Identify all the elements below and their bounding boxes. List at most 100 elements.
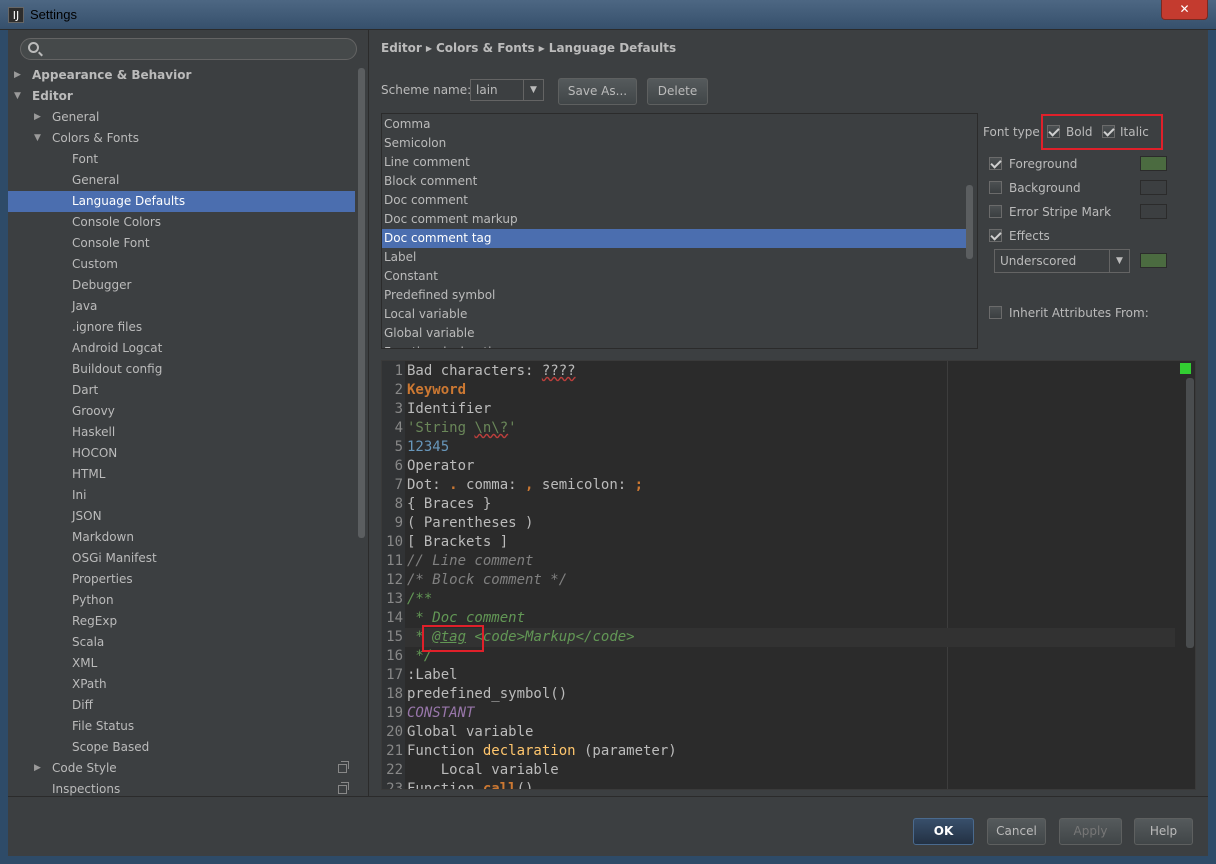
attribute-list-item[interactable]: Constant [382, 267, 966, 286]
line-number: 20 [386, 724, 403, 740]
scheme-name-dropdown[interactable]: lain ▼ [470, 79, 544, 101]
attribute-list-item[interactable]: Doc comment tag [382, 229, 966, 248]
bold-checkbox[interactable] [1047, 125, 1060, 138]
tree-item[interactable]: ▼ Colors & Fonts [8, 128, 355, 149]
tree-item[interactable]: ▶ General [8, 107, 355, 128]
collapsed-arrow-icon[interactable]: ▶ [34, 758, 41, 779]
italic-checkbox[interactable] [1102, 125, 1115, 138]
cancel-button[interactable]: Cancel [987, 818, 1046, 845]
tree-scrollbar[interactable] [357, 65, 366, 800]
apply-button[interactable]: Apply [1059, 818, 1122, 845]
tree-item[interactable]: XML [8, 653, 355, 674]
tree-item[interactable]: Console Font [8, 233, 355, 254]
attribute-list-item[interactable]: Global variable [382, 324, 966, 343]
line-number: 23 [386, 781, 403, 790]
breadcrumb-item: Language Defaults [548, 41, 677, 55]
expanded-arrow-icon[interactable]: ▼ [34, 128, 41, 149]
tree-item[interactable]: Console Colors [8, 212, 355, 233]
attribute-list-item[interactable]: Predefined symbol [382, 286, 966, 305]
code-token: Global variable [407, 724, 534, 740]
tree-item[interactable]: Java [8, 296, 355, 317]
tree-item[interactable]: Markdown [8, 527, 355, 548]
tree-item[interactable]: General [8, 170, 355, 191]
tree-item[interactable]: OSGi Manifest [8, 548, 355, 569]
tree-item[interactable]: Scope Based [8, 737, 355, 758]
tree-item[interactable]: Groovy [8, 401, 355, 422]
help-button[interactable]: Help [1134, 818, 1193, 845]
attribute-list-item[interactable]: Comma [382, 115, 966, 134]
tree-item[interactable]: ▶ Appearance & Behavior [8, 65, 355, 86]
tree-item[interactable]: Debugger [8, 275, 355, 296]
background-label: Background [1009, 181, 1081, 195]
tree-item[interactable]: Properties [8, 569, 355, 590]
tree-scrollbar-thumb[interactable] [358, 68, 365, 538]
code-line: 12/* Block comment */ [382, 571, 1182, 590]
tree-item[interactable]: HOCON [8, 443, 355, 464]
tree-item[interactable]: Scala [8, 632, 355, 653]
tree-item[interactable]: Buildout config [8, 359, 355, 380]
save-as-button[interactable]: Save As... [558, 78, 637, 105]
tree-item-label: HTML [72, 467, 106, 481]
chevron-down-icon[interactable]: ▼ [523, 80, 543, 100]
inherit-attributes-checkbox[interactable] [989, 306, 1002, 319]
background-color-swatch[interactable] [1140, 180, 1167, 195]
tree-item[interactable]: .ignore files [8, 317, 355, 338]
tree-item[interactable]: Python [8, 590, 355, 611]
tree-item[interactable]: HTML [8, 464, 355, 485]
editor-scrollbar-thumb[interactable] [1186, 378, 1194, 648]
collapsed-arrow-icon[interactable]: ▶ [14, 65, 21, 86]
attribute-list-item[interactable]: Label [382, 248, 966, 267]
tree-item[interactable]: Ini [8, 485, 355, 506]
tree-item[interactable]: JSON [8, 506, 355, 527]
attribute-list-item[interactable]: Block comment [382, 172, 966, 191]
tree-item[interactable]: Dart [8, 380, 355, 401]
attribute-list-item[interactable]: Doc comment [382, 191, 966, 210]
effects-color-swatch[interactable] [1140, 253, 1167, 268]
tree-item[interactable]: Custom [8, 254, 355, 275]
effects-checkbox[interactable] [989, 229, 1002, 242]
collapsed-arrow-icon[interactable]: ▶ [34, 107, 41, 128]
tree-item[interactable]: Android Logcat [8, 338, 355, 359]
tree-item[interactable]: Haskell [8, 422, 355, 443]
tree-item[interactable]: ▶ Code Style [8, 758, 355, 779]
attribute-list-item[interactable]: Function declaration [382, 343, 966, 348]
breadcrumb-item: Colors & Fonts [435, 41, 535, 55]
panel-splitter[interactable] [368, 30, 369, 796]
tree-item[interactable]: Diff [8, 695, 355, 716]
breadcrumb-separator-icon: ▶ [425, 44, 432, 53]
breadcrumb-separator-icon: ▶ [538, 44, 545, 53]
error-stripe-checkbox[interactable] [989, 205, 1002, 218]
code-text: Function declaration (parameter) [407, 742, 677, 761]
code-preview-editor[interactable]: 1 Bad characters: ???? 2 Keyword 3 Identifier… [381, 360, 1196, 790]
foreground-checkbox[interactable] [989, 157, 1002, 170]
code-line: 10[ Brackets ] [382, 533, 1182, 552]
line-number: 11 [386, 553, 403, 569]
tree-item[interactable]: ▼ Editor [8, 86, 355, 107]
foreground-color-swatch[interactable] [1140, 156, 1167, 171]
line-number: 5 [394, 439, 403, 455]
code-token: comma: [457, 477, 526, 493]
line-number: 6 [394, 458, 403, 474]
tree-item[interactable]: XPath [8, 674, 355, 695]
error-stripe-color-swatch[interactable] [1140, 204, 1167, 219]
settings-search-input[interactable] [20, 38, 357, 60]
tree-item[interactable]: File Status [8, 716, 355, 737]
attribute-list-item[interactable]: Line comment [382, 153, 966, 172]
search-icon [28, 42, 39, 53]
attribute-list-item[interactable]: Doc comment markup [382, 210, 966, 229]
chevron-down-icon[interactable]: ▼ [1109, 250, 1129, 272]
code-token: ( Parentheses ) [407, 515, 534, 531]
attribute-list-item[interactable]: Semicolon [382, 134, 966, 153]
ok-button[interactable]: OK [913, 818, 974, 845]
attribute-list-item[interactable]: Local variable [382, 305, 966, 324]
delete-button[interactable]: Delete [647, 78, 708, 105]
tree-item[interactable]: Language Defaults [8, 191, 355, 212]
expanded-arrow-icon[interactable]: ▼ [14, 86, 21, 107]
attributes-scrollbar-thumb[interactable] [966, 185, 973, 259]
window-close-button[interactable]: ✕ [1161, 0, 1208, 20]
background-checkbox[interactable] [989, 181, 1002, 194]
code-line: 14 * Doc comment [382, 609, 1182, 628]
tree-item[interactable]: Font [8, 149, 355, 170]
tree-item[interactable]: RegExp [8, 611, 355, 632]
effect-type-dropdown[interactable]: Underscored ▼ [994, 249, 1130, 273]
